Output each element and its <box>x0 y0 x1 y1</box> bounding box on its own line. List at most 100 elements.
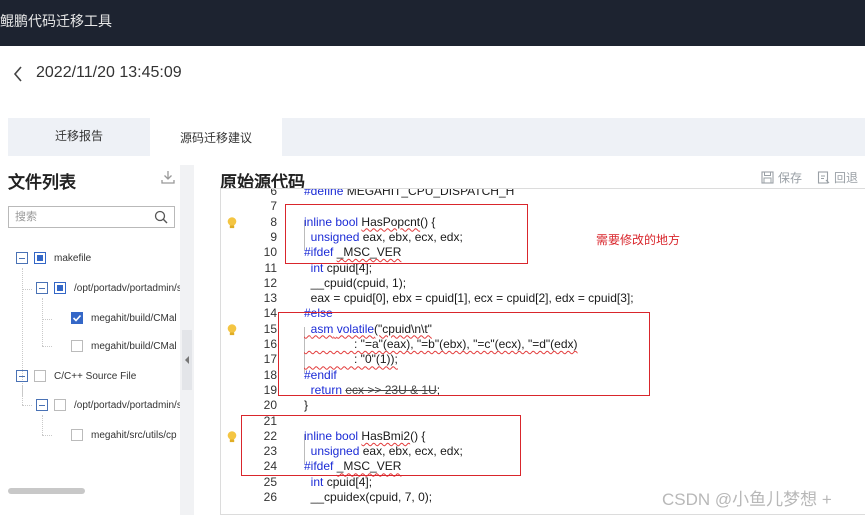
code-text: #endif <box>304 367 337 382</box>
annotation-label: 需要修改的地方 <box>596 233 681 247</box>
app-title: 鲲鹏代码迁移工具 <box>0 13 112 29</box>
code-line: 8 inline bool HasPopcnt() { <box>221 215 865 230</box>
code-text: #ifdef _MSC_VER <box>304 245 402 260</box>
code-line: 7 <box>221 199 865 214</box>
line-number: 18 <box>263 367 277 382</box>
tree-node-folder[interactable]: /opt/portadv/portadmin/s <box>36 395 180 415</box>
tree-checkbox-checked[interactable] <box>71 312 83 324</box>
top-bar: 鲲鹏代码迁移工具 <box>0 0 865 46</box>
code-line: 18 #endif <box>221 368 865 383</box>
tree-node-file[interactable]: megahit/build/CMal <box>71 308 177 328</box>
tree-node-label: /opt/portadv/portadmin/s <box>74 399 180 411</box>
line-number: 16 <box>263 337 277 351</box>
code-line: 6 #define MEGAHIT_CPU_DISPATCH_H <box>221 188 865 199</box>
code-text: asm volatile("cpuid\n\t" <box>310 321 432 336</box>
line-number: 17 <box>263 352 277 367</box>
tree-node-label: megahit/src/utils/cp <box>91 429 177 441</box>
save-label: 保存 <box>778 170 803 185</box>
code-text: unsigned eax, ebx, ecx, edx; <box>310 229 463 244</box>
code-text: #else <box>304 306 333 321</box>
code-line: 22 inline bool HasBmi2() { <box>221 429 865 444</box>
line-number: 25 <box>263 474 277 489</box>
tree-node-label: megahit/build/CMal <box>91 312 177 324</box>
line-number: 24 <box>263 459 277 474</box>
line-number: 19 <box>263 382 277 397</box>
code-line: 14 #else <box>221 306 865 321</box>
code-text: return ecx >> 23U & 1U; <box>310 382 441 397</box>
code-text: eax = cpuid[0], ebx = cpuid[1], ecx = cp… <box>304 291 634 306</box>
code-line: 19 return ecx >> 23U & 1U; <box>221 383 865 398</box>
line-number: 20 <box>263 398 277 413</box>
line-number: 14 <box>263 306 277 321</box>
code-line: 13 eax = cpuid[0], ebx = cpuid[1], ecx =… <box>221 291 865 306</box>
line-number: 13 <box>263 291 277 306</box>
code-line: 24 #ifdef _MSC_VER <box>221 459 865 474</box>
code-line: 10 #ifdef _MSC_VER <box>221 245 865 260</box>
collapse-icon[interactable] <box>36 399 48 411</box>
tree-checkbox[interactable] <box>54 282 66 294</box>
tab-bar: 迁移报告 源码迁移建议 <box>8 118 865 156</box>
tree-checkbox[interactable] <box>34 370 46 382</box>
search-input[interactable] <box>15 209 150 225</box>
tab-source-migration-advice[interactable]: 源码迁移建议 <box>150 118 282 156</box>
code-text: inline bool HasBmi2() { <box>304 428 426 443</box>
line-number: 8 <box>270 214 277 229</box>
code-line: 21 <box>221 414 865 429</box>
revert-label: 回退 <box>834 170 859 185</box>
line-number: 7 <box>270 199 277 214</box>
watermark: CSDN @小鱼儿梦想 + <box>662 485 832 510</box>
tree-checkbox[interactable] <box>71 429 83 441</box>
line-number: 12 <box>263 275 277 290</box>
back-arrow-icon[interactable] <box>8 63 28 85</box>
line-number: 9 <box>270 229 277 244</box>
save-icon <box>761 170 774 184</box>
collapse-icon[interactable] <box>36 282 48 294</box>
tree-node-label: /opt/portadv/portadmin/s <box>74 282 180 294</box>
collapse-icon[interactable] <box>16 252 28 264</box>
tree-node-folder[interactable]: /opt/portadv/portadmin/s <box>36 278 180 298</box>
code-text: : "=a"(eax), "=b"(ebx), "=c"(ecx), "=d"(… <box>304 337 578 351</box>
report-timestamp: 2022/11/20 13:45:09 <box>36 64 182 81</box>
tree-node-label: makefile <box>54 252 92 264</box>
save-button[interactable]: 保存 <box>761 168 802 186</box>
code-line: 12 __cpuid(cpuid, 1); <box>221 276 865 291</box>
tree-node-source-files[interactable]: C/C++ Source File <box>16 366 136 386</box>
code-line: 9 unsigned eax, ebx, ecx, edx; <box>221 230 865 245</box>
code-line: 17 : "0"(1)); <box>221 352 865 367</box>
tree-node-makefile[interactable]: makefile <box>16 248 91 268</box>
code-editor[interactable]: 6 #define MEGAHIT_CPU_DISPATCH_H 7 8 inline … <box>220 188 865 515</box>
code-text: unsigned eax, ebx, ecx, edx; <box>310 444 463 459</box>
tree-node-label: C/C++ Source File <box>54 370 137 382</box>
code-text: #ifdef _MSC_VER <box>304 459 402 474</box>
code-text: __cpuidex(cpuid, 7, 0); <box>304 490 433 504</box>
download-icon[interactable] <box>160 169 176 185</box>
line-number: 6 <box>270 188 277 198</box>
code-text: __cpuid(cpuid, 1); <box>304 275 407 290</box>
code-line: 20} <box>221 398 865 413</box>
tree-checkbox[interactable] <box>54 399 66 411</box>
line-number: 22 <box>263 428 277 443</box>
file-tree: makefile /opt/portadv/portadmin/s megahi… <box>0 240 180 500</box>
line-number: 11 <box>264 260 277 275</box>
line-number: 21 <box>263 413 277 428</box>
code-text: int cpuid[4]; <box>310 260 373 275</box>
code-line: 15 asm volatile("cpuid\n\t" <box>221 322 865 337</box>
line-number: 10 <box>263 245 277 260</box>
search-icon[interactable] <box>154 210 168 224</box>
revert-button[interactable]: 回退 <box>817 168 858 186</box>
search-box <box>8 206 175 228</box>
tree-node-label: megahit/build/CMal <box>91 340 177 352</box>
code-text: } <box>304 398 309 413</box>
code-text: : "0"(1)); <box>304 352 398 367</box>
code-line: 11 int cpuid[4]; <box>221 261 865 276</box>
horizontal-scrollbar[interactable] <box>8 488 85 494</box>
collapse-icon[interactable] <box>16 370 28 382</box>
revert-icon <box>817 170 830 184</box>
tab-migration-report[interactable]: 迁移报告 <box>8 118 150 156</box>
tree-node-file[interactable]: megahit/src/utils/cp <box>71 425 177 445</box>
tree-checkbox[interactable] <box>71 340 83 352</box>
collapse-sidebar-handle[interactable] <box>182 330 192 390</box>
tree-node-file[interactable]: megahit/build/CMal <box>71 336 177 356</box>
file-list-title: 文件列表 <box>8 173 76 192</box>
tree-checkbox[interactable] <box>34 252 46 264</box>
